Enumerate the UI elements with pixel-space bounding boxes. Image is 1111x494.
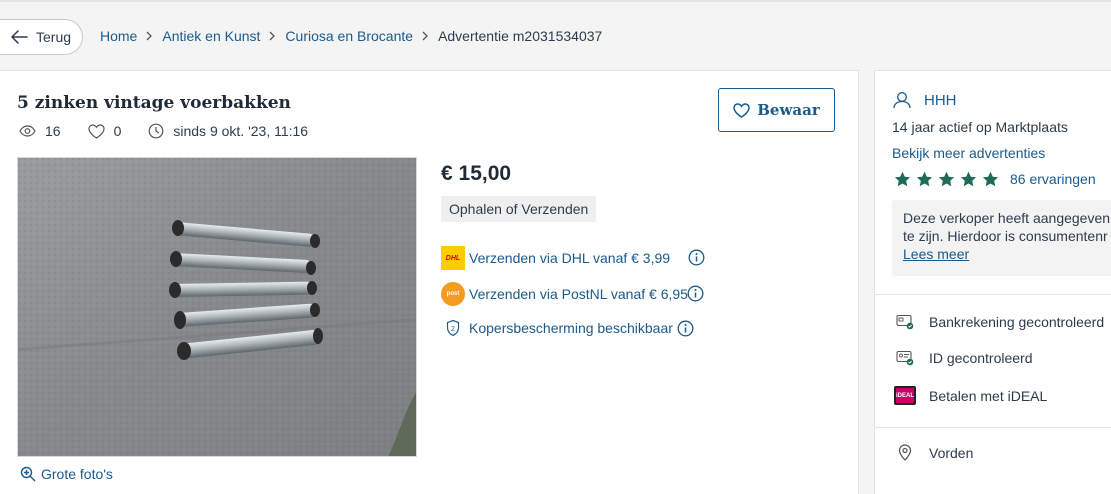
dhl-logo: DHL — [441, 246, 465, 270]
svg-text:2: 2 — [451, 326, 455, 333]
seller-card: HHH 14 jaar actief op Marktplaats Bekijk… — [874, 70, 1111, 494]
listing-photo-image — [18, 158, 416, 456]
breadcrumb-home[interactable]: Home — [100, 28, 137, 44]
breadcrumb-current: Advertentie m2031534037 — [438, 28, 603, 44]
info-icon[interactable] — [688, 249, 705, 266]
divider — [875, 427, 1111, 428]
shipping-option-postnl-label: Verzenden via PostNL vanaf € 6,95 — [469, 286, 688, 302]
seller-notice-line2: te zijn. Hierdoor is consumentenr — [903, 228, 1108, 244]
breadcrumb: Home Antiek en Kunst Curiosa en Brocante… — [100, 28, 602, 44]
star-icon — [982, 171, 999, 187]
listing-price: € 15,00 — [441, 162, 512, 185]
badge-bank-verified-label: Bankrekening gecontroleerd — [929, 314, 1105, 330]
seller-location: Vorden — [894, 444, 973, 461]
back-button[interactable]: Terug — [0, 19, 83, 55]
star-icon — [894, 171, 911, 187]
bank-card-check-icon — [896, 314, 914, 330]
shipping-option-dhl[interactable]: DHL Verzenden via DHL vanaf € 3,99 — [441, 246, 670, 270]
listing-card: 5 zinken vintage voerbakken 16 0 sinds 9… — [0, 70, 859, 494]
rating-stars — [894, 171, 1004, 187]
seller-name-link[interactable]: HHH — [892, 91, 957, 109]
views-count: 16 — [45, 123, 61, 139]
listing-stats: 16 0 sinds 9 okt. '23, 11:16 — [19, 123, 335, 139]
date-stat: sinds 9 okt. '23, 11:16 — [148, 123, 308, 139]
seller-location-label: Vorden — [929, 444, 974, 461]
seller-membership: 14 jaar actief op Marktplaats — [892, 119, 1068, 135]
badge-bank-verified: Bankrekening gecontroleerd — [894, 314, 1104, 330]
star-icon — [960, 171, 977, 187]
user-icon — [893, 92, 911, 109]
large-photos-link[interactable]: Grote foto's — [20, 466, 113, 482]
badge-ideal: iDEAL Betalen met iDEAL — [894, 386, 1047, 405]
listing-photo[interactable] — [17, 157, 417, 457]
shield-icon: 2 — [446, 319, 460, 337]
heart-icon — [733, 102, 751, 118]
listing-title: 5 zinken vintage voerbakken — [17, 93, 291, 113]
breadcrumb-antiek-en-kunst[interactable]: Antiek en Kunst — [162, 28, 260, 44]
shipping-option-dhl-label: Verzenden via DHL vanaf € 3,99 — [469, 250, 671, 266]
favorites-stat: 0 — [87, 123, 122, 139]
buyer-protection[interactable]: 2 Kopersbescherming beschikbaar — [441, 319, 673, 337]
chevron-right-icon — [422, 31, 429, 41]
more-listings-link[interactable]: Bekijk meer advertenties — [892, 145, 1045, 161]
shipping-option-postnl[interactable]: post Verzenden via PostNL vanaf € 6,95 — [441, 282, 688, 306]
badge-id-verified-label: ID gecontroleerd — [929, 350, 1033, 366]
listing-date: sinds 9 okt. '23, 11:16 — [173, 123, 309, 139]
save-button[interactable]: Bewaar — [718, 88, 835, 132]
favorites-count: 0 — [113, 123, 122, 139]
heart-icon — [87, 123, 105, 139]
info-icon[interactable] — [677, 320, 694, 337]
arrow-left-icon — [11, 30, 28, 44]
breadcrumb-bar: Terug Home Antiek en Kunst Curiosa en Br… — [0, 2, 1111, 70]
back-button-label: Terug — [36, 29, 72, 45]
read-more-link[interactable]: Lees meer — [903, 246, 969, 262]
badge-id-verified: ID gecontroleerd — [894, 350, 1033, 366]
reviews-count: 86 ervaringen — [1010, 171, 1096, 187]
divider — [875, 294, 1111, 295]
breadcrumb-curiosa-en-brocante[interactable]: Curiosa en Brocante — [285, 28, 413, 44]
seller-notice: Deze verkoper heeft aangegeven te zijn. … — [892, 200, 1111, 276]
chevron-right-icon — [269, 31, 276, 41]
seller-notice-line1: Deze verkoper heeft aangegeven — [903, 210, 1111, 226]
chevron-right-icon — [146, 31, 153, 41]
postnl-logo: post — [441, 282, 465, 306]
star-icon — [938, 171, 955, 187]
views-stat: 16 — [19, 123, 61, 139]
seller-rating[interactable]: 86 ervaringen — [894, 171, 1096, 187]
save-button-label: Bewaar — [757, 101, 820, 119]
location-pin-icon — [898, 444, 912, 461]
star-icon — [916, 171, 933, 187]
delivery-type-badge: Ophalen of Verzenden — [441, 196, 597, 222]
info-icon[interactable] — [687, 285, 704, 302]
eye-icon — [19, 125, 36, 137]
badge-ideal-label: Betalen met iDEAL — [929, 387, 1048, 404]
large-photos-label: Grote foto's — [41, 466, 113, 482]
clock-icon — [148, 123, 164, 139]
id-card-check-icon — [896, 350, 914, 366]
zoom-in-icon — [20, 466, 36, 482]
seller-name: HHH — [924, 91, 957, 109]
ideal-logo: iDEAL — [894, 386, 916, 405]
buyer-protection-label: Kopersbescherming beschikbaar — [469, 320, 673, 336]
